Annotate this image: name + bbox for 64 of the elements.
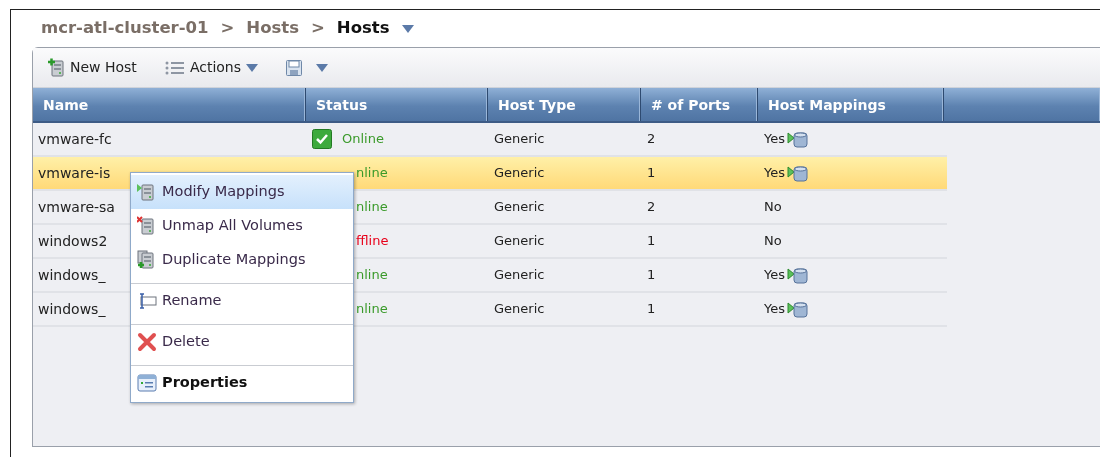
new-host-button[interactable]: New Host: [45, 55, 139, 80]
table-cell-text: Generic: [493, 130, 546, 149]
column-header[interactable]: Host Mappings: [758, 88, 944, 121]
table-cell-text: windows2: [38, 231, 108, 251]
mapping-text: No: [764, 232, 782, 251]
table-cell-text: vmware-fc: [38, 129, 112, 149]
table-cell-text: vmware-is: [38, 163, 111, 183]
caret-icon: [401, 24, 414, 33]
floppy-icon: [286, 59, 302, 76]
table-cell-text: Generic: [493, 266, 546, 285]
delete-icon: [137, 332, 157, 352]
mapping-text: No: [764, 198, 782, 217]
save-button[interactable]: [284, 57, 330, 78]
table-cell-text: Generic: [493, 164, 546, 183]
menu-item[interactable]: Modify Mappings: [131, 175, 353, 209]
table-cell-text: Generic: [493, 300, 546, 319]
mapping-text: Yes: [764, 130, 785, 149]
table-cell-text: 2: [646, 130, 657, 149]
server-arrow-icon: [137, 182, 157, 202]
breadcrumb-item[interactable]: mcr-atl-cluster-01: [41, 16, 209, 41]
menu-item[interactable]: Properties: [131, 365, 353, 400]
table-cell-text: Generic: [493, 232, 546, 251]
actions-button[interactable]: Actions: [162, 55, 260, 80]
server-plus-icon: [47, 57, 65, 78]
properties-icon: [137, 373, 157, 393]
server-x-icon: [137, 216, 157, 236]
table-cell-text: 1: [646, 266, 657, 285]
caret-icon: [316, 63, 328, 72]
breadcrumb-item[interactable]: Hosts: [246, 16, 300, 41]
status-text: nline: [356, 164, 388, 183]
list-icon: [164, 59, 185, 76]
table-cell-text: windows_: [38, 265, 106, 285]
status-text: nline: [356, 266, 388, 285]
caret-icon: [246, 63, 258, 72]
mapping-text: Yes: [764, 266, 785, 285]
breadcrumb-separator: >: [311, 17, 325, 40]
status-text: ffline: [356, 232, 389, 251]
table-cell-text: 1: [646, 300, 657, 319]
mapping-text: Yes: [764, 164, 785, 183]
mapped-volume-icon: [787, 299, 808, 319]
servers-plus-icon: [137, 250, 157, 270]
breadcrumb-item: Hosts: [336, 17, 390, 40]
table-cell-text: Generic: [493, 198, 546, 217]
breadcrumb-separator: >: [220, 17, 235, 40]
check-icon: [312, 129, 332, 149]
table-cell-text: windows_: [38, 299, 106, 319]
mapped-volume-icon: [787, 129, 808, 149]
status-text: Online: [342, 130, 384, 149]
mapping-text: Yes: [764, 300, 785, 319]
mapped-volume-icon: [787, 163, 808, 183]
column-header[interactable]: # of Ports: [641, 88, 758, 121]
mapped-volume-icon: [787, 265, 808, 285]
column-header[interactable]: Name: [33, 88, 306, 121]
table-cell-text: 1: [646, 164, 657, 183]
table-cell-text: 1: [646, 232, 657, 251]
table-cell-text: 2: [646, 198, 657, 217]
status-text: nline: [356, 198, 388, 217]
menu-item[interactable]: Rename: [131, 283, 353, 318]
status-text: nline: [356, 300, 388, 319]
column-header[interactable]: Status: [306, 88, 488, 121]
menu-item[interactable]: Delete: [131, 324, 353, 359]
column-header[interactable]: Host Type: [488, 88, 641, 121]
table-cell-text: vmware-sa: [38, 197, 115, 217]
text-cursor-icon: [137, 291, 157, 311]
